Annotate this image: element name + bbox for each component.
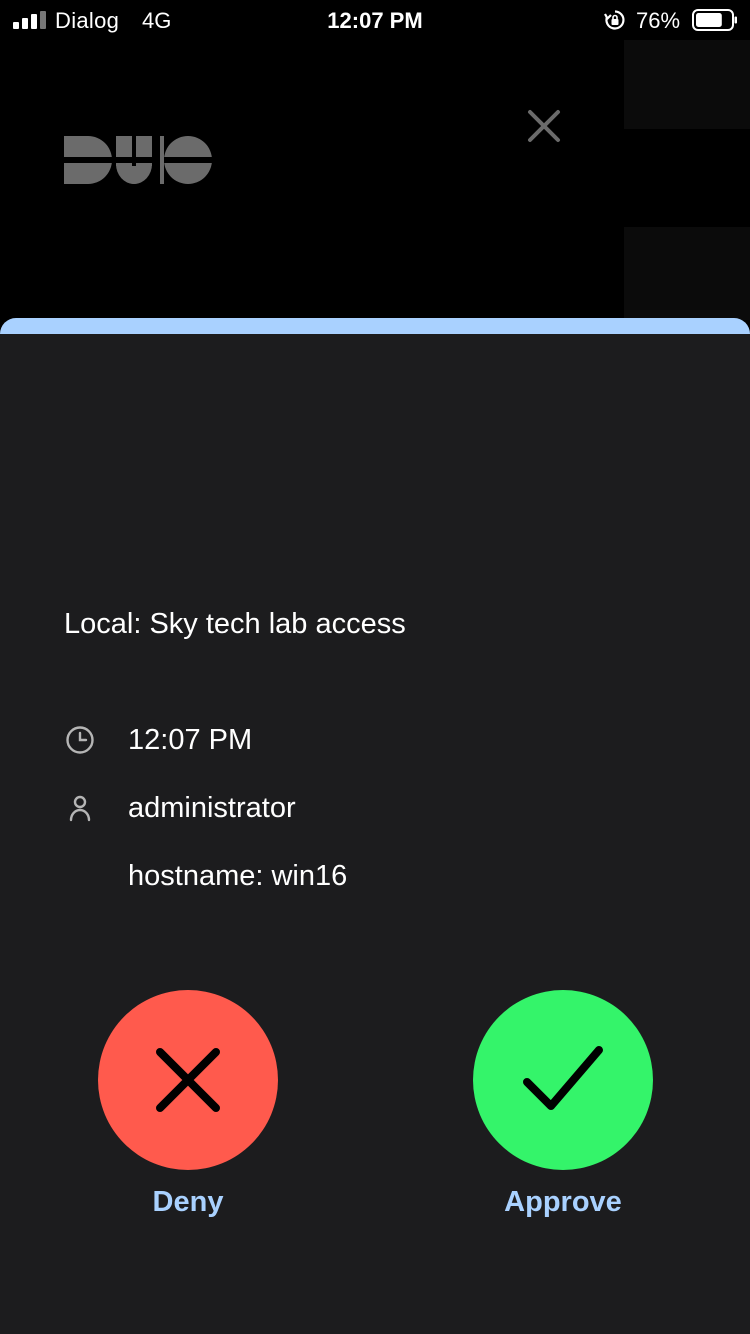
x-icon <box>156 1048 220 1112</box>
request-title: Local: Sky tech lab access <box>64 608 406 640</box>
request-hostname: hostname: win16 <box>128 860 348 892</box>
clock-icon <box>66 726 94 754</box>
approve-button[interactable] <box>473 990 653 1170</box>
request-username: administrator <box>128 792 296 824</box>
checkmark-icon <box>523 1046 603 1110</box>
close-icon[interactable] <box>520 102 568 150</box>
status-bar: Dialog 4G 12:07 PM 76% <box>0 0 750 40</box>
duo-logo <box>64 136 214 184</box>
user-icon <box>69 795 91 822</box>
battery-percent: 76% <box>636 8 681 33</box>
approve-label[interactable]: Approve <box>453 1186 673 1219</box>
deny-label[interactable]: Deny <box>78 1186 298 1219</box>
background-panel <box>624 227 750 320</box>
deny-button[interactable] <box>98 990 278 1170</box>
rotation-lock-icon <box>604 10 625 30</box>
auth-request-sheet <box>0 334 750 1334</box>
battery-icon <box>692 9 737 31</box>
request-time: 12:07 PM <box>128 724 253 756</box>
background-panel <box>624 40 750 129</box>
